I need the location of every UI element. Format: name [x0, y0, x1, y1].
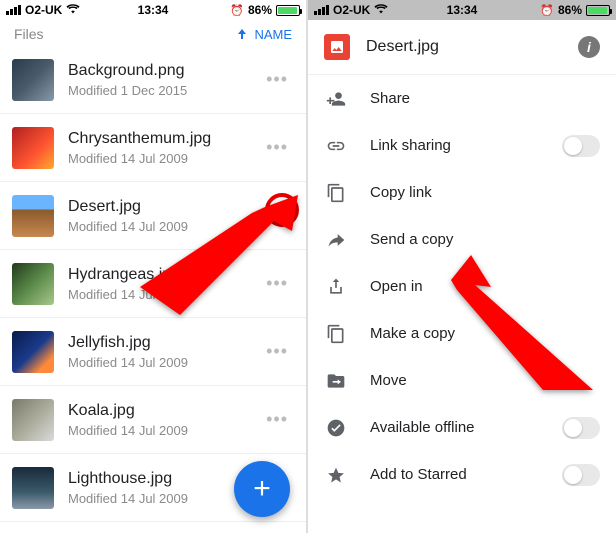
file-name: Koala.jpg	[68, 402, 260, 420]
file-meta: Modified 14 Jul 2009	[68, 287, 260, 302]
status-bar: O2-UK 13:34 ⏰ 86%	[308, 0, 616, 20]
link-sharing-action[interactable]: Link sharing	[308, 122, 616, 169]
battery-icon	[276, 5, 300, 16]
file-thumbnail	[12, 467, 54, 509]
battery-pct: 86%	[558, 3, 582, 17]
action-label: Open in	[370, 278, 600, 295]
offline-icon	[324, 416, 348, 440]
file-meta: Modified 14 Jul 2009	[68, 151, 260, 166]
send-copy-action[interactable]: Send a copy	[308, 216, 616, 263]
more-icon[interactable]: •••	[260, 403, 294, 436]
more-icon[interactable]: •••	[260, 131, 294, 164]
toggle-switch[interactable]	[562, 417, 600, 439]
file-thumbnail	[12, 263, 54, 305]
file-row[interactable]: Koala.jpg Modified 14 Jul 2009 •••	[0, 386, 306, 454]
clock: 13:34	[138, 3, 169, 17]
files-header: Files NAME	[0, 20, 306, 46]
file-name: Desert.jpg	[68, 198, 260, 216]
action-label: Move	[370, 372, 600, 389]
action-list: Share Link sharing Copy link Send a copy…	[308, 75, 616, 498]
make-copy-action[interactable]: Make a copy	[308, 310, 616, 357]
battery-pct: 86%	[248, 3, 272, 17]
copy-icon	[324, 181, 348, 205]
plus-icon: +	[253, 472, 271, 506]
signal-icon	[6, 5, 21, 15]
sort-label: NAME	[254, 27, 292, 42]
add-starred-action[interactable]: Add to Starred	[308, 451, 616, 498]
copy-link-action[interactable]: Copy link	[308, 169, 616, 216]
action-label: Add to Starred	[370, 466, 540, 483]
more-icon[interactable]: •••	[260, 335, 294, 368]
star-icon	[324, 463, 348, 487]
sort-button[interactable]: NAME	[236, 27, 292, 42]
file-list: Background.png Modified 1 Dec 2015 ••• C…	[0, 46, 306, 522]
more-icon[interactable]: •••	[260, 267, 294, 300]
action-label: Send a copy	[370, 231, 600, 248]
info-button[interactable]: i	[578, 36, 600, 58]
file-thumbnail	[12, 331, 54, 373]
file-row[interactable]: Background.png Modified 1 Dec 2015 •••	[0, 46, 306, 114]
sheet-title: Desert.jpg	[366, 38, 562, 56]
toggle-switch[interactable]	[562, 135, 600, 157]
wifi-icon	[66, 3, 80, 17]
send-icon	[324, 228, 348, 252]
signal-icon	[314, 5, 329, 15]
file-row[interactable]: Hydrangeas.jpg Modified 14 Jul 2009 •••	[0, 250, 306, 318]
action-label: Copy link	[370, 184, 600, 201]
open-in-icon	[324, 275, 348, 299]
file-meta: Modified 14 Jul 2009	[68, 423, 260, 438]
move-action[interactable]: Move	[308, 357, 616, 404]
clock: 13:34	[447, 3, 478, 17]
duplicate-icon	[324, 322, 348, 346]
file-row[interactable]: Chrysanthemum.jpg Modified 14 Jul 2009 •…	[0, 114, 306, 182]
file-thumbnail	[12, 195, 54, 237]
share-action[interactable]: Share	[308, 75, 616, 122]
file-name: Background.png	[68, 62, 260, 80]
move-icon	[324, 369, 348, 393]
carrier-label: O2-UK	[333, 3, 370, 17]
file-list-screen: O2-UK 13:34 ⏰ 86% Files NAME Background.…	[0, 0, 308, 533]
share-person-icon	[324, 87, 348, 111]
action-label: Link sharing	[370, 137, 540, 154]
open-in-action[interactable]: Open in	[308, 263, 616, 310]
file-thumbnail	[12, 127, 54, 169]
image-file-icon	[324, 34, 350, 60]
file-name: Lighthouse.jpg	[68, 470, 260, 488]
more-icon[interactable]: •••	[260, 63, 294, 96]
file-action-sheet: O2-UK 13:34 ⏰ 86% Desert.jpg i Share Lin…	[308, 0, 616, 533]
action-label: Share	[370, 90, 600, 107]
file-thumbnail	[12, 399, 54, 441]
add-button[interactable]: +	[234, 461, 290, 517]
file-row[interactable]: Jellyfish.jpg Modified 14 Jul 2009 •••	[0, 318, 306, 386]
wifi-icon	[374, 3, 388, 17]
file-name: Jellyfish.jpg	[68, 334, 260, 352]
arrow-up-icon	[236, 28, 248, 40]
file-row[interactable]: Desert.jpg Modified 14 Jul 2009 •••	[0, 182, 306, 250]
file-meta: Modified 14 Jul 2009	[68, 355, 260, 370]
action-label: Make a copy	[370, 325, 600, 342]
alarm-icon: ⏰	[230, 4, 244, 17]
files-label: Files	[14, 26, 44, 42]
alarm-icon: ⏰	[540, 4, 554, 17]
file-meta: Modified 1 Dec 2015	[68, 83, 260, 98]
file-name: Chrysanthemum.jpg	[68, 130, 260, 148]
status-bar: O2-UK 13:34 ⏰ 86%	[0, 0, 306, 20]
file-thumbnail	[12, 59, 54, 101]
more-icon[interactable]: •••	[260, 199, 294, 232]
battery-icon	[586, 5, 610, 16]
link-icon	[324, 134, 348, 158]
toggle-switch[interactable]	[562, 464, 600, 486]
file-meta: Modified 14 Jul 2009	[68, 491, 260, 506]
file-meta: Modified 14 Jul 2009	[68, 219, 260, 234]
action-label: Available offline	[370, 419, 540, 436]
sheet-header: Desert.jpg i	[308, 20, 616, 75]
available-offline-action[interactable]: Available offline	[308, 404, 616, 451]
file-name: Hydrangeas.jpg	[68, 266, 260, 284]
carrier-label: O2-UK	[25, 3, 62, 17]
